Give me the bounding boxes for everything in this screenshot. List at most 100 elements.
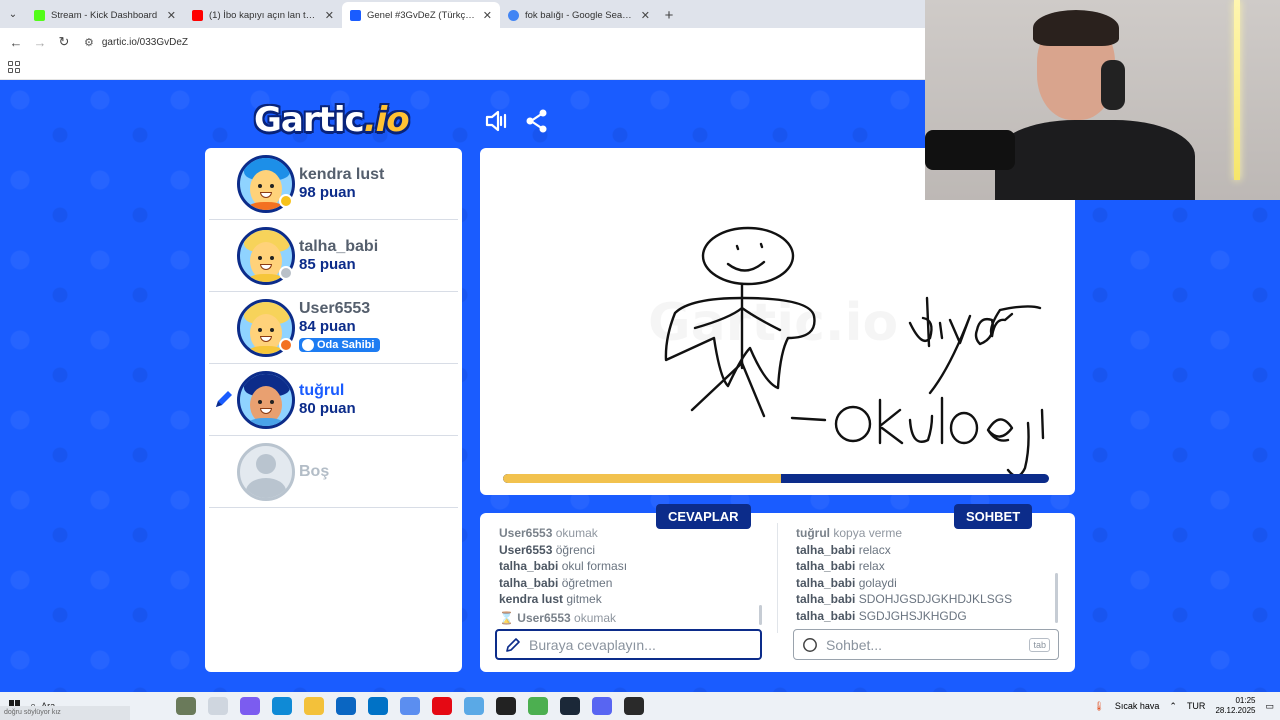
back-arrow-icon[interactable]: ← — [4, 35, 28, 50]
answer-input-box[interactable] — [495, 629, 762, 660]
close-tab-icon[interactable]: ✕ — [167, 9, 176, 22]
chrome-icon[interactable] — [528, 697, 548, 715]
gartic-logo: Gartic.io — [254, 100, 410, 140]
webcam-overlay — [925, 0, 1280, 200]
epic-games-icon[interactable] — [624, 697, 644, 715]
room-owner-badge: Oda Sahibi — [299, 337, 381, 352]
list-item: talha_babi okul forması — [499, 559, 628, 573]
chat-scrollbar[interactable] — [1055, 573, 1058, 623]
player-row[interactable]: talha_babi 85 puan — [209, 220, 458, 292]
site-settings-icon[interactable]: ⚙ — [84, 36, 94, 49]
room-owner-label: Oda Sahibi — [317, 338, 375, 351]
empty-slot-label: Boş — [299, 462, 330, 480]
answers-chat-panel: CEVAPLAR SOHBET User6553 okumak User6553… — [480, 504, 1075, 672]
netflix-icon[interactable] — [432, 697, 452, 715]
player-score: 98 puan — [299, 183, 356, 201]
player-row[interactable]: kendra lust 98 puan — [209, 148, 458, 220]
store-icon[interactable] — [336, 697, 356, 715]
language-indicator[interactable]: TUR — [1187, 701, 1206, 711]
url-field[interactable]: ⚙ gartic.io/033GvDeZ — [84, 36, 188, 49]
weather-icon: 🌡 — [1093, 700, 1105, 711]
player-list: kendra lust 98 puan talha_babi 85 puan U… — [205, 148, 462, 672]
canvas-watermark: Gartic.io — [648, 293, 898, 353]
notification-icon[interactable]: ▭ — [1265, 701, 1274, 712]
youtube-favicon-icon — [192, 9, 203, 21]
edge-browser-icon[interactable] — [272, 697, 292, 715]
list-item: ⌛ User6553 okumak — [499, 610, 617, 625]
app-icon[interactable] — [592, 697, 612, 715]
weather-label[interactable]: Sıcak hava — [1115, 701, 1160, 711]
obs-icon[interactable] — [496, 697, 516, 715]
clock-date: 28.12.2025 — [1215, 706, 1256, 715]
windows-taskbar: ⌕ Ara — [0, 692, 1280, 720]
drawing-pencil-icon — [216, 391, 232, 407]
chevron-up-icon[interactable]: ⌃ — [1169, 701, 1177, 712]
player-name: tuğrul — [299, 381, 345, 399]
list-item: talha_babi SDOHJGSDJGKHDJKLSGS — [796, 592, 1013, 606]
chat-list: tuğrul kopya verme talha_babi relacx tal… — [796, 525, 1051, 627]
tab-title: Stream - Kick Dashboard — [51, 9, 158, 21]
sound-toggle-icon[interactable] — [484, 108, 510, 134]
reload-icon[interactable]: ↻ — [52, 34, 76, 50]
player-name: kendra lust — [299, 165, 385, 183]
browser-tab-youtube[interactable]: (1) İbo kapıyı açın lan takılacaz ✕ — [184, 2, 342, 28]
list-item: talha_babi relax — [796, 559, 885, 573]
list-item: talha_babi golaydi — [796, 575, 897, 590]
player-score: 85 puan — [299, 255, 356, 273]
address-bar-row: ← → ↻ ⚙ gartic.io/033GvDeZ — [0, 28, 925, 56]
tab-title: Genel #3GvDeZ (Türkçe) - Gartic — [367, 9, 477, 21]
tab-title: (1) İbo kapıyı açın lan takılacaz — [209, 9, 319, 21]
close-tab-icon[interactable]: ✕ — [325, 9, 334, 22]
list-item: User6553 okumak — [499, 526, 598, 540]
stream-ticker: doğru söylüyor kız — [0, 706, 130, 720]
clock[interactable]: 01:25 28.12.2025 — [1215, 696, 1255, 716]
chat-input[interactable] — [826, 636, 1022, 653]
discord-icon[interactable] — [400, 697, 420, 715]
kick-favicon-icon — [34, 9, 45, 21]
browser-tab-google[interactable]: fok balığı - Google Search ✕ — [500, 2, 658, 28]
hourglass-icon: ⌛ — [499, 610, 514, 625]
new-tab-button[interactable]: + — [658, 2, 680, 28]
share-icon[interactable] — [524, 108, 550, 134]
tab-title: fok balığı - Google Search — [525, 9, 635, 21]
tab-search-button[interactable]: ⌄ — [0, 0, 26, 28]
answers-list: User6553 okumak User6553 öğrenci talha_b… — [499, 525, 764, 627]
copilot-icon[interactable] — [240, 697, 260, 715]
list-item: tuğrul kopya verme — [796, 526, 903, 540]
player-score: 84 puan — [299, 317, 356, 335]
panel-divider — [777, 523, 778, 633]
settings-gear-icon[interactable] — [464, 697, 484, 715]
round-timer-bar — [503, 474, 1049, 483]
player-status-dot — [279, 338, 293, 352]
drawing-canvas[interactable]: Gartic.io — [480, 148, 1075, 495]
player-score: 80 puan — [299, 399, 356, 417]
list-item: talha_babi SGDJGHSJKHGDG — [796, 608, 967, 623]
chat-input-box[interactable]: tab — [793, 629, 1059, 660]
microphone-icon — [925, 130, 1015, 170]
empty-player-slot: Boş — [209, 436, 458, 508]
tab-key-hint: tab — [1029, 637, 1050, 652]
widget-app-icon[interactable] — [176, 697, 196, 715]
browser-tab-kick[interactable]: Stream - Kick Dashboard ✕ — [26, 2, 184, 28]
answer-input[interactable] — [529, 636, 752, 653]
google-favicon-icon — [508, 9, 519, 21]
forward-arrow-icon[interactable]: → — [28, 35, 52, 50]
owner-face-icon — [302, 338, 314, 351]
streamer-hair — [1033, 10, 1119, 46]
steam-icon[interactable] — [560, 697, 580, 715]
player-name: User6553 — [299, 299, 371, 317]
list-item: User6553 öğrenci — [499, 542, 596, 557]
browser-tab-gartic[interactable]: Genel #3GvDeZ (Türkçe) - Gartic ✕ — [342, 2, 500, 28]
apps-grid-icon[interactable] — [8, 61, 20, 73]
outlook-icon[interactable] — [368, 697, 388, 715]
url-text: gartic.io/033GvDeZ — [101, 36, 189, 48]
player-row[interactable]: User6553 84 puan Oda Sahibi — [209, 292, 458, 364]
task-view-icon[interactable] — [208, 697, 228, 715]
player-row[interactable]: tuğrul 80 puan — [209, 364, 458, 436]
close-tab-icon[interactable]: ✕ — [483, 9, 492, 22]
close-tab-icon[interactable]: ✕ — [641, 9, 650, 22]
answers-scrollbar[interactable] — [759, 605, 762, 625]
empty-avatar-icon — [237, 442, 295, 501]
drawing-sketch: Gartic.io — [648, 226, 1045, 478]
file-explorer-icon[interactable] — [304, 697, 324, 715]
